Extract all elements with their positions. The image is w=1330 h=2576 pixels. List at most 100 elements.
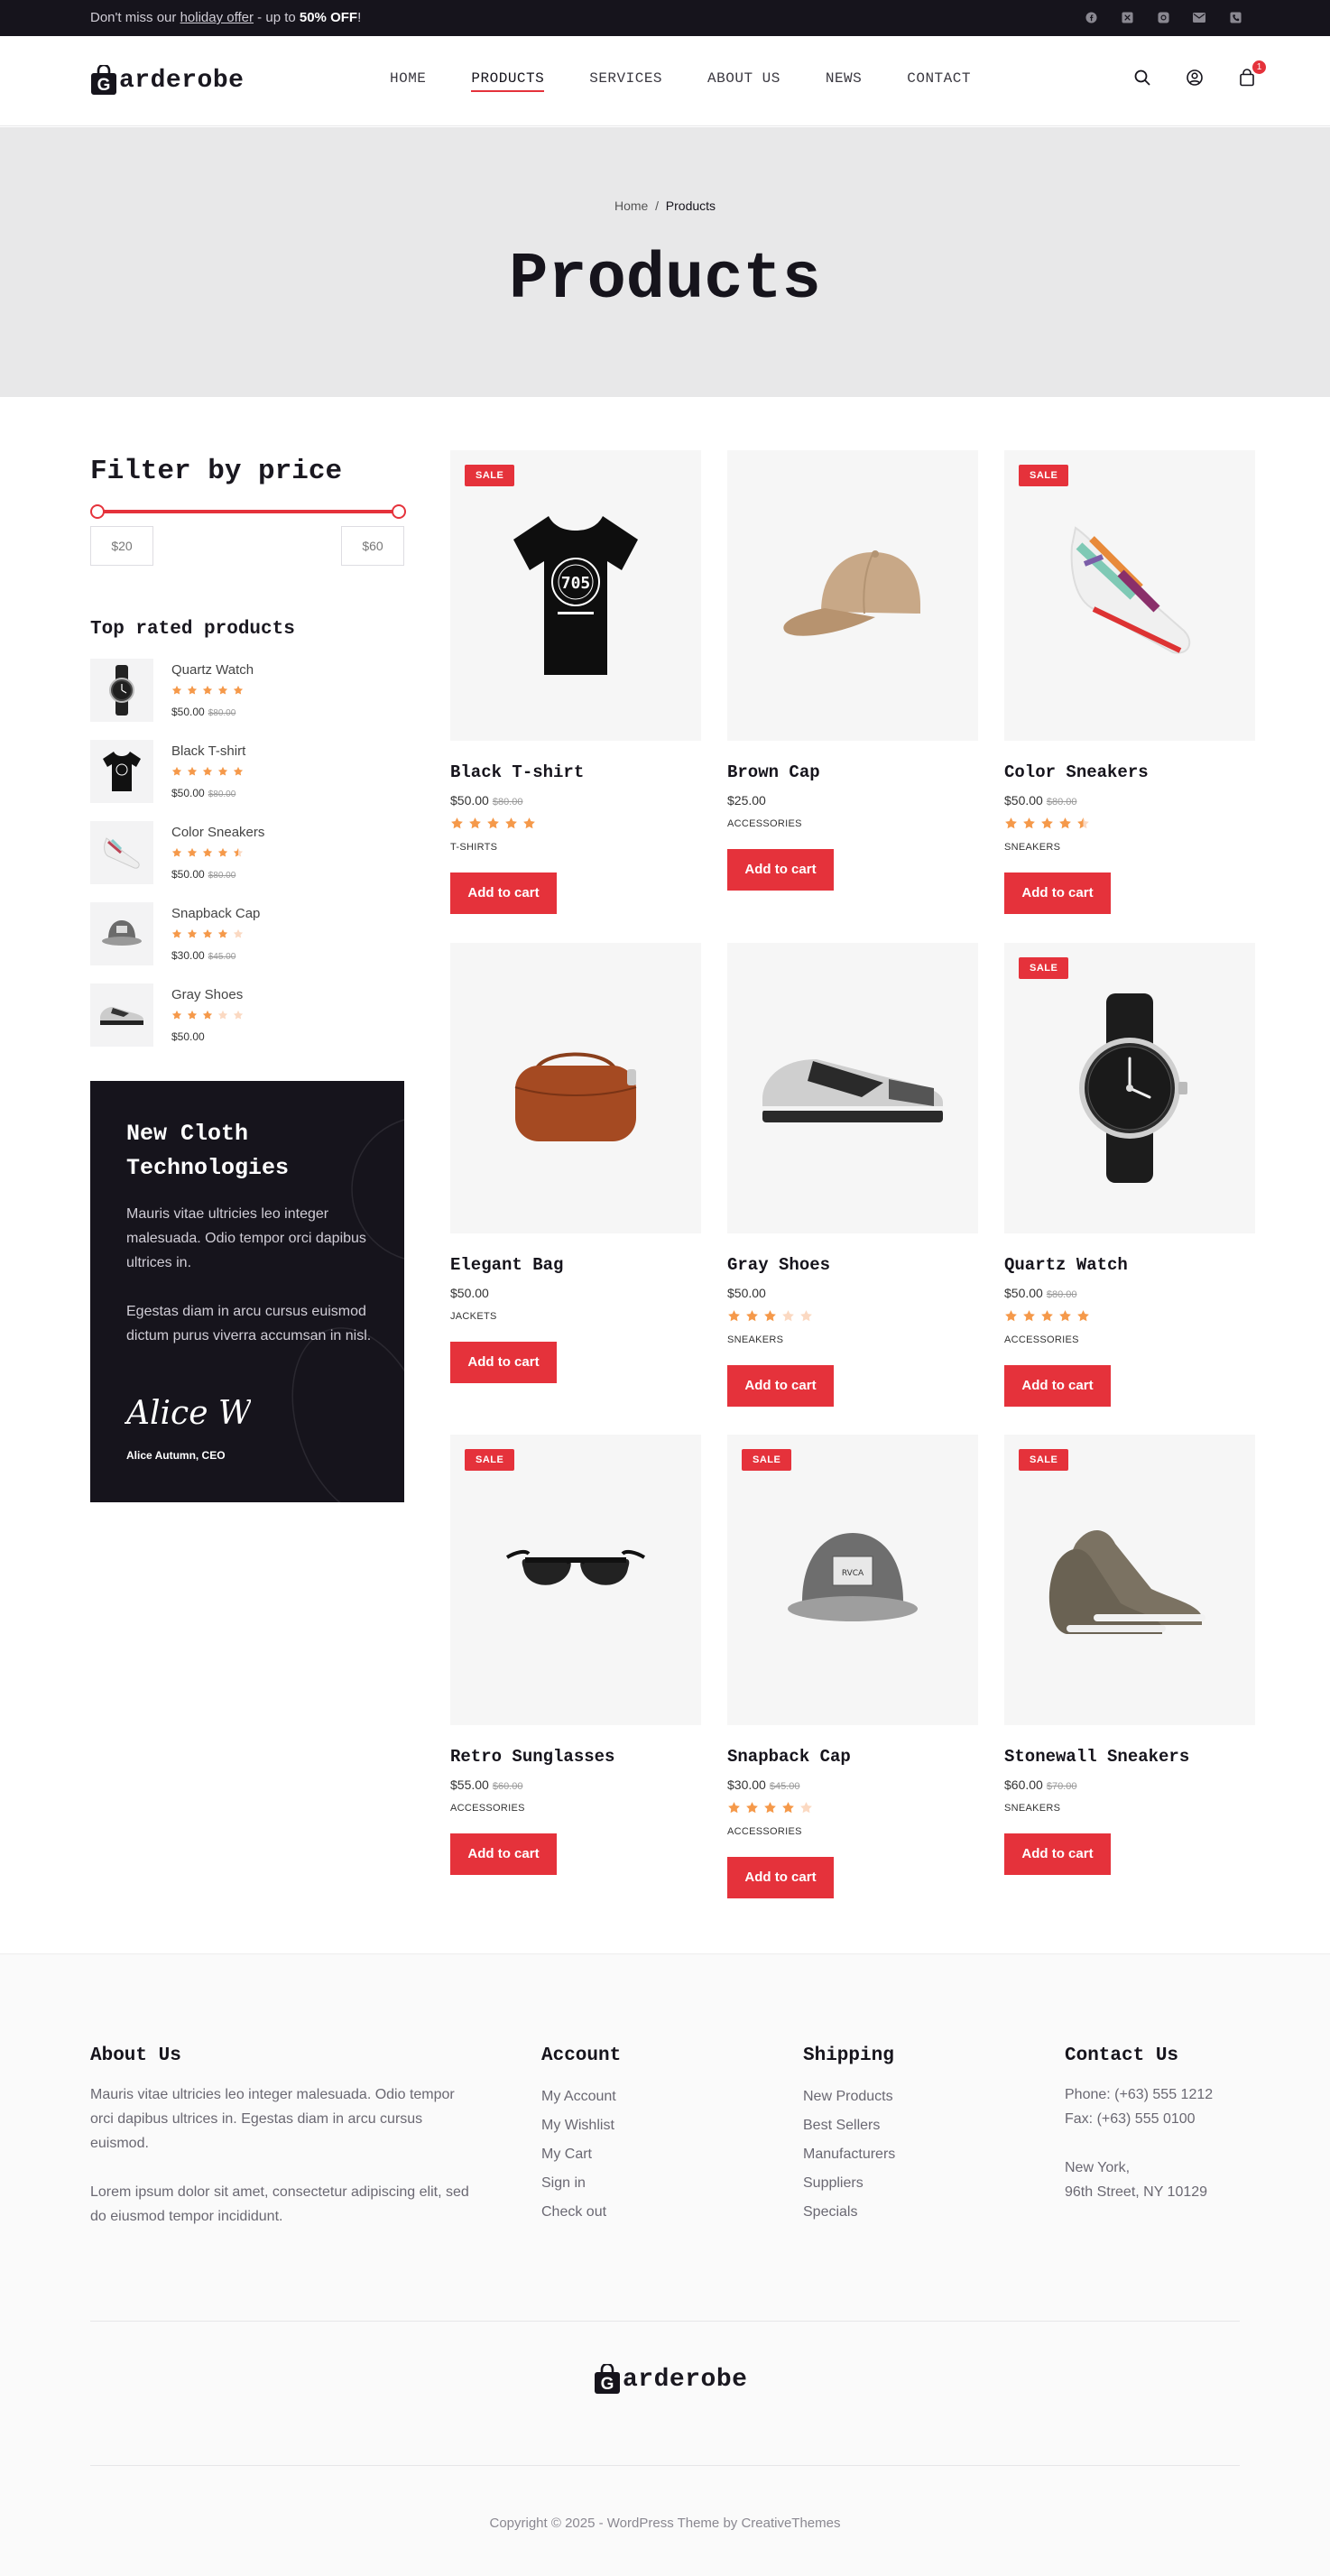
star-icon (171, 928, 182, 938)
top-rated-item[interactable]: Color Sneakers $50.00 $80.00 (90, 821, 406, 902)
product-price: $50.00 $80.00 (171, 868, 236, 881)
product-category[interactable]: ACCESSORIES (727, 818, 978, 829)
breadcrumb-home[interactable]: Home (614, 199, 648, 213)
product-category[interactable]: SNEAKERS (727, 1334, 978, 1345)
add-to-cart-button[interactable]: Add to cart (727, 849, 834, 891)
footer-link-sign-in[interactable]: Sign in (541, 2169, 621, 2198)
site-logo[interactable]: G arderobe (90, 65, 244, 96)
add-to-cart-button[interactable]: Add to cart (450, 1342, 557, 1383)
product-title[interactable]: Black T-shirt (450, 762, 701, 782)
footer-link-check-out[interactable]: Check out (541, 2198, 621, 2227)
product-title[interactable]: Quartz Watch (1004, 1255, 1255, 1275)
product-category[interactable]: ACCESSORIES (1004, 1334, 1255, 1345)
star-icon (782, 1310, 794, 1322)
nav-about-us[interactable]: ABOUT US (707, 70, 780, 92)
promo-paragraph: Egestas diam in arcu cursus euismod dict… (126, 1304, 372, 1343)
product-category[interactable]: SNEAKERS (1004, 1803, 1255, 1814)
svg-text:Alice W: Alice W (125, 1395, 251, 1432)
star-icon (1077, 1310, 1089, 1322)
top-rated-item[interactable]: Quartz Watch $50.00 $80.00 (90, 659, 406, 740)
nav-contact[interactable]: CONTACT (907, 70, 971, 92)
product-title[interactable]: Color Sneakers (1004, 762, 1255, 782)
nav-products[interactable]: PRODUCTS (471, 70, 545, 92)
footer-heading: Contact Us (1065, 2045, 1179, 2066)
nav-news[interactable]: NEWS (826, 70, 862, 92)
product-name[interactable]: Quartz Watch (171, 662, 254, 678)
footer-link-specials[interactable]: Specials (803, 2198, 895, 2227)
add-to-cart-button[interactable]: Add to cart (727, 1365, 834, 1407)
product-category[interactable]: JACKETS (450, 1311, 701, 1322)
mail-icon[interactable] (1191, 9, 1207, 25)
top-rated-item[interactable]: Snapback Cap $30.00 $45.00 (90, 902, 406, 983)
page-title: Products (509, 243, 821, 317)
footer-link-my-cart[interactable]: My Cart (541, 2140, 621, 2169)
star-icon (187, 928, 198, 938)
product-image[interactable]: SALE (1004, 1435, 1255, 1725)
star-rating (1004, 1309, 1255, 1324)
product-title[interactable]: Gray Shoes (727, 1255, 978, 1275)
footer-link-my-wishlist[interactable]: My Wishlist (541, 2111, 621, 2140)
footer-link-best-sellers[interactable]: Best Sellers (803, 2111, 895, 2140)
product-image[interactable] (727, 943, 978, 1233)
add-to-cart-button[interactable]: Add to cart (1004, 1365, 1111, 1407)
product-category[interactable]: ACCESSORIES (727, 1826, 978, 1837)
product-category[interactable]: T-SHIRTS (450, 842, 701, 853)
add-to-cart-button[interactable]: Add to cart (1004, 1833, 1111, 1875)
product-category[interactable]: ACCESSORIES (450, 1803, 701, 1814)
add-to-cart-button[interactable]: Add to cart (727, 1857, 834, 1898)
price-range-slider[interactable] (90, 503, 406, 520)
cart-icon[interactable]: 1 (1238, 60, 1266, 88)
footer-link-my-account[interactable]: My Account (541, 2082, 621, 2111)
product-title[interactable]: Retro Sunglasses (450, 1747, 701, 1767)
top-rated-item[interactable]: Black T-shirt $50.00 $80.00 (90, 740, 406, 821)
star-icon (469, 817, 481, 829)
product-image[interactable]: SALE (1004, 450, 1255, 741)
product-title[interactable]: Elegant Bag (450, 1255, 701, 1275)
footer-link-manufacturers[interactable]: Manufacturers (803, 2140, 895, 2169)
quartz-watch-thumbnail (90, 659, 153, 722)
product-name[interactable]: Snapback Cap (171, 906, 260, 921)
snapback-cap-thumbnail (90, 902, 153, 965)
add-to-cart-button[interactable]: Add to cart (450, 1833, 557, 1875)
price-max-handle[interactable] (392, 504, 406, 519)
star-icon (746, 1802, 758, 1814)
product-image[interactable] (450, 943, 701, 1233)
price-max-field[interactable]: $60 (341, 526, 404, 566)
price-range-track (96, 510, 401, 513)
x-icon[interactable] (1119, 9, 1135, 25)
user-account-icon[interactable] (1186, 69, 1205, 88)
footer-link-new-products[interactable]: New Products (803, 2082, 895, 2111)
star-icon (728, 1802, 740, 1814)
nav-home[interactable]: HOME (390, 70, 426, 92)
price-min-field[interactable]: $20 (90, 526, 153, 566)
product-image[interactable]: SALE (450, 1435, 701, 1725)
product-image[interactable] (727, 450, 978, 741)
product-image[interactable]: SALE RVCA (727, 1435, 978, 1725)
footer-link-suppliers[interactable]: Suppliers (803, 2169, 895, 2198)
star-icon (217, 766, 228, 776)
phone-icon[interactable] (1227, 9, 1243, 25)
add-to-cart-button[interactable]: Add to cart (450, 873, 557, 914)
footer-logo[interactable]: G arderobe (594, 2364, 747, 2395)
search-icon[interactable] (1133, 69, 1153, 88)
promo-title: New Cloth Technologies (126, 1121, 290, 1181)
instagram-icon[interactable] (1155, 9, 1171, 25)
product-name[interactable]: Gray Shoes (171, 987, 243, 1002)
product-image[interactable]: SALE (1004, 943, 1255, 1233)
product-name[interactable]: Black T-shirt (171, 743, 245, 759)
product-image[interactable]: SALE 705 (450, 450, 701, 741)
product-title[interactable]: Stonewall Sneakers (1004, 1747, 1255, 1767)
star-icon (764, 1802, 776, 1814)
product-category[interactable]: SNEAKERS (1004, 842, 1255, 853)
facebook-icon[interactable] (1083, 9, 1099, 25)
nav-services[interactable]: SERVICES (589, 70, 662, 92)
holiday-offer-link[interactable]: holiday offer (180, 10, 254, 25)
site-header: G arderobe HOME PRODUCTS SERVICES ABOUT … (0, 36, 1330, 126)
top-rated-item[interactable]: Gray Shoes $50.00 (90, 983, 406, 1065)
product-title[interactable]: Brown Cap (727, 762, 978, 782)
price-min-handle[interactable] (90, 504, 105, 519)
add-to-cart-button[interactable]: Add to cart (1004, 873, 1111, 914)
product-title[interactable]: Snapback Cap (727, 1747, 978, 1767)
product-price: $30.00 $45.00 (727, 1777, 800, 1792)
product-name[interactable]: Color Sneakers (171, 825, 264, 840)
